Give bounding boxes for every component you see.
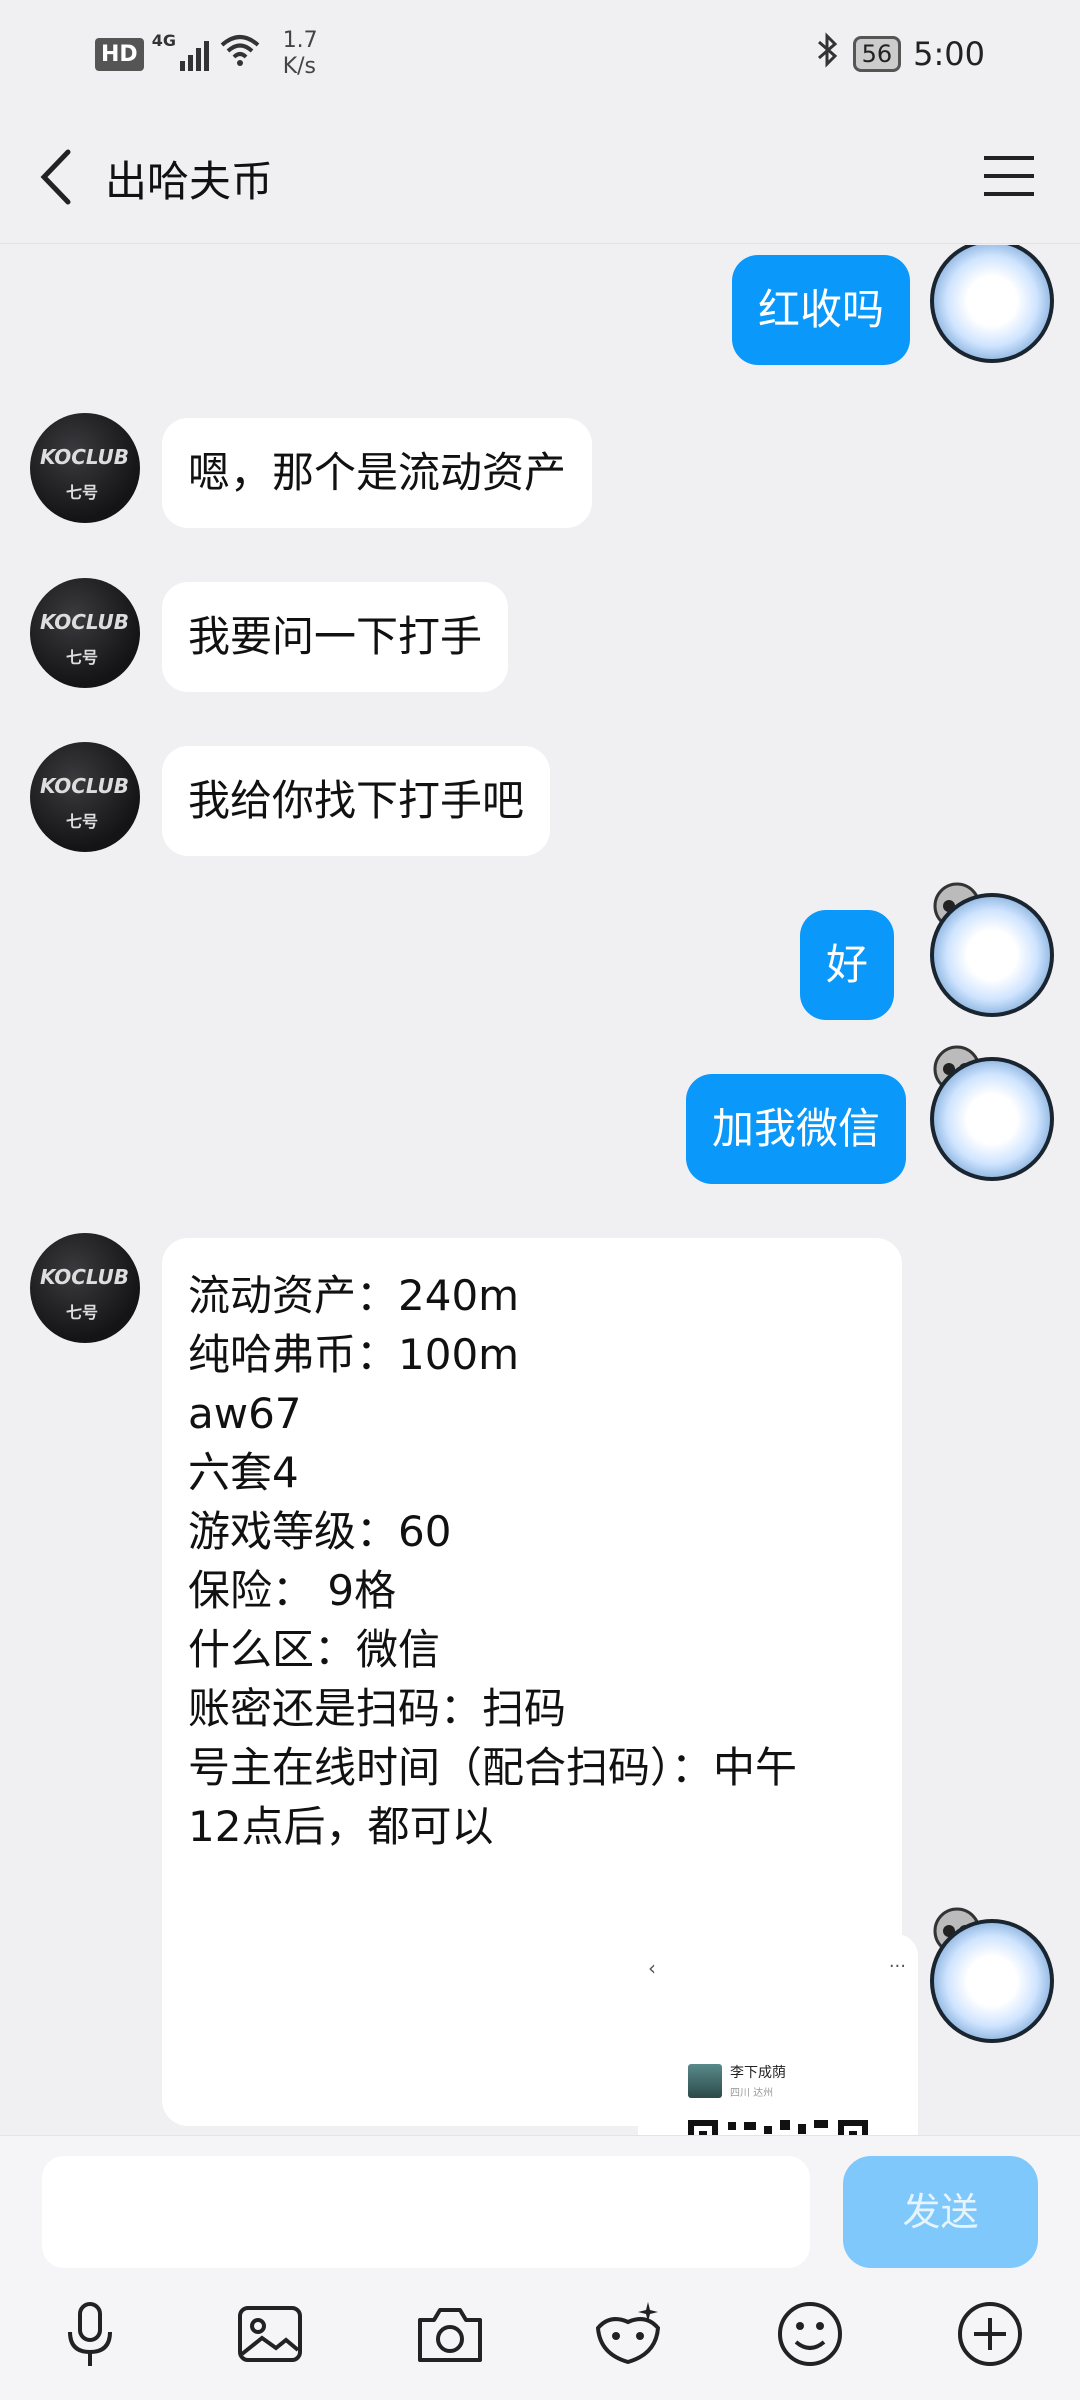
status-left: HD 4G 1.7 K/s xyxy=(95,28,318,80)
chat-title: 出哈夫币 xyxy=(105,157,274,206)
message-line: 什么区：微信 xyxy=(188,1625,441,1674)
card-name: 李下成荫 xyxy=(730,2065,786,2081)
message-bubble-outgoing[interactable]: 加我微信 xyxy=(686,1074,907,1184)
message-bubble-incoming[interactable]: 我要问一下打手 xyxy=(162,582,509,692)
bluetooth-icon xyxy=(815,32,841,76)
input-area: 发送 xyxy=(0,2135,1080,2400)
image-icon xyxy=(238,2306,302,2362)
network-type: 4G xyxy=(151,31,176,50)
camera-button[interactable] xyxy=(412,2296,488,2372)
network-speed-value: 1.7 xyxy=(282,28,318,53)
message-line: 保险： 9格 xyxy=(188,1566,397,1615)
more-button[interactable] xyxy=(952,2296,1028,2372)
status-bar: HD 4G 1.7 K/s 56 5:00 xyxy=(0,0,1080,108)
message-line: 游戏等级：60 xyxy=(188,1507,452,1556)
message-line: 账密还是扫码：扫码 xyxy=(188,1684,567,1733)
avatar-logo-subtext: 七号 xyxy=(66,1303,99,1322)
contact-avatar[interactable]: KOCLUB 七号 xyxy=(30,742,140,852)
network-speed-unit: K/s xyxy=(282,54,316,79)
avatar-logo-text: KOCLUB xyxy=(40,1265,130,1289)
message-bubble-outgoing[interactable]: 好 xyxy=(800,910,895,1020)
hd-badge: HD xyxy=(95,37,144,71)
message-bubble-incoming[interactable]: 嗯，那个是流动资产 xyxy=(162,418,593,528)
avatar-logo-subtext: 七号 xyxy=(66,812,99,831)
avatar-logo-text: KOCLUB xyxy=(40,445,130,469)
avatar-logo-subtext: 七号 xyxy=(66,483,99,502)
contact-avatar[interactable]: KOCLUB 七号 xyxy=(30,1233,140,1343)
input-toolbar xyxy=(0,2296,1080,2396)
message-input[interactable] xyxy=(42,2156,810,2268)
message-line: 六套4 xyxy=(188,1448,299,1497)
message-line: 12点后，都可以 xyxy=(188,1802,494,1851)
voice-button[interactable] xyxy=(52,2296,128,2372)
wifi-icon xyxy=(219,33,261,75)
back-button[interactable] xyxy=(30,142,90,212)
card-more-icon: ··· xyxy=(888,1956,906,1977)
battery-indicator: 56 xyxy=(852,36,902,72)
signal-icon: 4G xyxy=(152,31,209,71)
my-avatar[interactable] xyxy=(930,245,1054,363)
emoji-icon xyxy=(778,2302,842,2366)
message-bubble-outgoing[interactable]: 红收吗 xyxy=(732,255,911,365)
chevron-left-icon xyxy=(40,149,71,205)
menu-button[interactable] xyxy=(980,148,1040,204)
card-subtitle: 四川 达州 xyxy=(730,2088,774,2099)
emoji-button[interactable] xyxy=(772,2296,848,2372)
message-line: 流动资产：240m xyxy=(188,1271,520,1320)
clock: 5:00 xyxy=(913,35,985,73)
sticker-icon xyxy=(595,2302,661,2365)
card-avatar xyxy=(688,2064,722,2098)
camera-icon xyxy=(418,2308,482,2362)
my-avatar[interactable] xyxy=(930,1057,1054,1181)
my-avatar[interactable] xyxy=(930,893,1054,1017)
message-line: 号主在线时间（配合扫码）：中午 xyxy=(188,1743,798,1792)
status-right: 56 5:00 xyxy=(815,32,985,76)
hamburger-icon xyxy=(984,156,1034,196)
avatar-logo-subtext: 七号 xyxy=(66,648,99,667)
shared-qr-card[interactable]: ‹ ··· 李下成荫 四川 达州 xyxy=(638,1934,918,2135)
my-avatar[interactable] xyxy=(930,1919,1054,2043)
message-bubble-incoming[interactable]: 我给你找下打手吧 xyxy=(162,746,551,856)
plus-icon xyxy=(958,2302,1022,2366)
contact-avatar[interactable]: KOCLUB 七号 xyxy=(30,413,140,523)
qr-code-icon xyxy=(688,2120,868,2135)
message-line: 纯哈弗币：100m xyxy=(188,1330,520,1379)
chat-header: 出哈夫币 xyxy=(0,108,1080,244)
microphone-icon xyxy=(68,2302,112,2366)
send-button[interactable]: 发送 xyxy=(843,2156,1038,2268)
contact-avatar[interactable]: KOCLUB 七号 xyxy=(30,578,140,688)
sticker-button[interactable] xyxy=(590,2296,666,2372)
message-line: aw67 xyxy=(188,1389,302,1438)
avatar-logo-text: KOCLUB xyxy=(40,774,130,798)
card-back-icon: ‹ xyxy=(648,1956,656,1980)
network-speed: 1.7 K/s xyxy=(283,28,318,80)
message-list[interactable]: 红收吗 KOCLUB 七号 嗯，那个是流动资产 KOCLUB 七号 我要问一下打… xyxy=(0,245,1080,2135)
avatar-logo-text: KOCLUB xyxy=(40,610,130,634)
gallery-button[interactable] xyxy=(232,2296,308,2372)
